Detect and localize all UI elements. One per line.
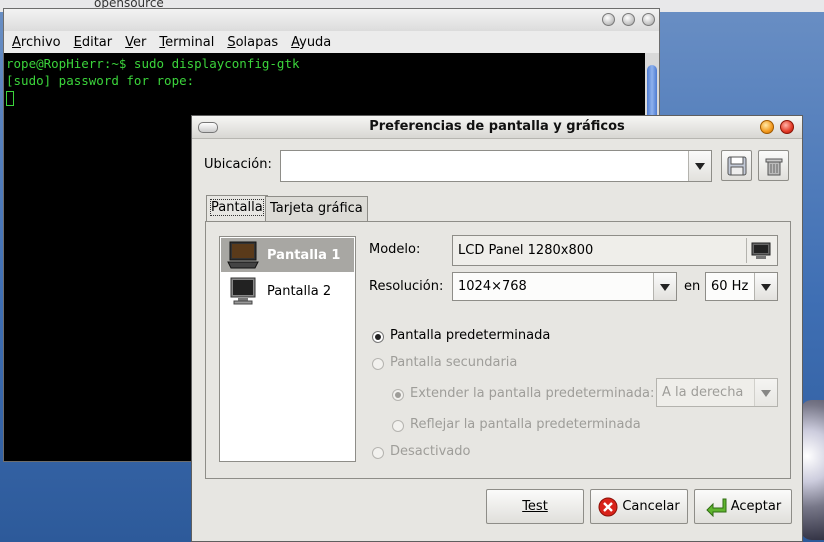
accept-button-label: Aceptar xyxy=(730,499,782,514)
radio-extend-label: Extender la pantalla predeterminada: xyxy=(410,386,655,401)
screen-label: Pantalla 1 xyxy=(267,247,341,263)
resolution-value: 1024×768 xyxy=(458,279,527,294)
accept-button[interactable]: Aceptar xyxy=(694,489,792,524)
refresh-rate-select[interactable]: 60 Hz xyxy=(705,272,778,301)
tab-tarjeta-grafica-label: Tarjeta gráfica xyxy=(270,201,363,216)
terminal-line: rope@RopHierr:~$ sudo displayconfig-gtk xyxy=(6,56,300,71)
menu-solapas[interactable]: Solapas xyxy=(227,35,278,50)
resolution-label: Resolución: xyxy=(369,279,444,294)
radio-extend[interactable] xyxy=(392,389,404,401)
cancel-button[interactable]: Cancelar xyxy=(590,489,688,524)
cancel-button-label: Cancelar xyxy=(622,499,680,514)
extend-value: A la derecha xyxy=(662,385,744,400)
monitor-icon xyxy=(751,242,771,259)
menu-editar[interactable]: Editar xyxy=(74,35,113,50)
model-select-button[interactable] xyxy=(746,238,775,263)
menu-archivo[interactable]: Archivo xyxy=(12,35,61,50)
minimize-icon[interactable] xyxy=(760,120,774,134)
delete-location-button[interactable] xyxy=(758,150,789,181)
laptop-icon xyxy=(227,241,259,269)
close-icon[interactable] xyxy=(780,120,794,134)
display-preferences-dialog: Preferencias de pantalla y gráficos Ubic… xyxy=(191,115,803,542)
menu-ayuda[interactable]: Ayuda xyxy=(291,35,331,50)
terminal-titlebar[interactable] xyxy=(4,9,659,31)
minimize-icon[interactable] xyxy=(602,13,615,26)
maximize-icon[interactable] xyxy=(622,13,635,26)
terminal-line: [sudo] password for rope: xyxy=(6,73,195,88)
radio-disabled-label: Desactivado xyxy=(390,444,471,459)
en-label: en xyxy=(684,279,701,294)
model-label: Modelo: xyxy=(369,242,421,257)
chevron-down-icon[interactable] xyxy=(754,273,777,300)
trash-icon xyxy=(765,158,782,175)
tab-pantalla-label: Pantalla xyxy=(210,199,264,216)
refresh-value: 60 Hz xyxy=(711,279,749,294)
enter-arrow-icon xyxy=(706,498,727,517)
radio-primary[interactable] xyxy=(372,331,384,343)
radio-primary-label: Pantalla predeterminada xyxy=(390,328,551,343)
radio-secondary-label: Pantalla secundaria xyxy=(390,355,518,370)
chevron-down-icon[interactable] xyxy=(688,151,711,181)
model-field[interactable]: LCD Panel 1280x800 xyxy=(452,235,778,266)
test-button-label: Test xyxy=(522,499,548,514)
list-item-pantalla-2[interactable]: Pantalla 2 xyxy=(221,274,354,308)
radio-mirror[interactable] xyxy=(392,420,404,432)
desktop-wallpaper-chrome xyxy=(800,400,824,540)
list-item-pantalla-1[interactable]: Pantalla 1 xyxy=(221,238,354,272)
save-location-button[interactable] xyxy=(721,150,752,181)
location-combo[interactable] xyxy=(280,150,712,182)
terminal-cursor xyxy=(6,91,14,106)
test-button[interactable]: Test xyxy=(486,489,584,524)
resolution-select[interactable]: 1024×768 xyxy=(452,272,677,301)
screen-list: Pantalla 1 Pantalla 2 xyxy=(219,236,356,462)
tab-pantalla[interactable]: Pantalla xyxy=(206,195,268,222)
menu-terminal[interactable]: Terminal xyxy=(159,35,214,50)
extend-direction-select[interactable]: A la derecha xyxy=(656,378,778,407)
chevron-down-icon[interactable] xyxy=(754,379,777,406)
window-menu-icon[interactable] xyxy=(198,122,218,133)
location-label: Ubicación: xyxy=(204,157,272,172)
model-value: LCD Panel 1280x800 xyxy=(458,243,594,258)
menu-ver[interactable]: Ver xyxy=(125,35,146,50)
terminal-menubar: Archivo Editar Ver Terminal Solapas Ayud… xyxy=(4,31,659,53)
screen-label: Pantalla 2 xyxy=(267,283,332,299)
dialog-titlebar[interactable]: Preferencias de pantalla y gráficos xyxy=(192,116,802,139)
close-icon[interactable] xyxy=(642,13,655,26)
radio-secondary[interactable] xyxy=(372,358,384,370)
chevron-down-icon[interactable] xyxy=(653,273,676,300)
cancel-icon xyxy=(598,497,618,516)
radio-mirror-label: Reflejar la pantalla predeterminada xyxy=(410,417,641,432)
floppy-disk-icon xyxy=(727,156,746,175)
tab-tarjeta-grafica[interactable]: Tarjeta gráfica xyxy=(265,196,368,221)
dialog-title: Preferencias de pantalla y gráficos xyxy=(369,119,625,134)
monitor-icon xyxy=(230,277,256,305)
radio-disabled[interactable] xyxy=(372,447,384,459)
